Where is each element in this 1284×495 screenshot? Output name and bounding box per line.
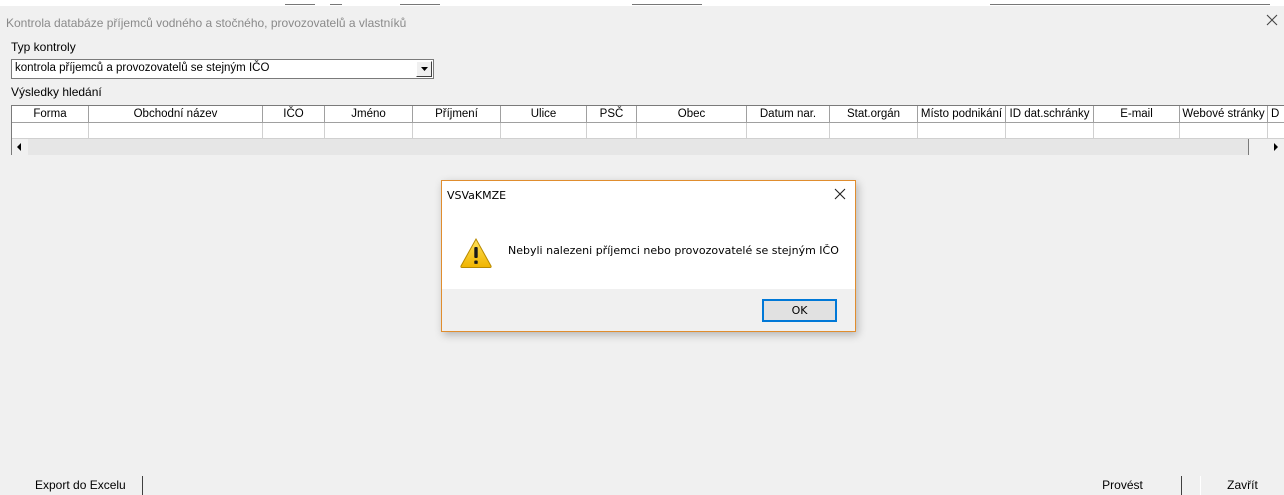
grid-cell[interactable] — [637, 123, 747, 139]
column-header[interactable]: PSČ — [587, 106, 637, 123]
ok-button[interactable]: OK — [762, 299, 837, 322]
column-header[interactable]: Datum nar. — [747, 106, 830, 123]
dropdown-arrow-icon — [421, 67, 428, 71]
column-header[interactable]: Obchodní název — [89, 106, 263, 123]
dialog-footer: OK — [442, 289, 855, 331]
scroll-track[interactable] — [28, 139, 1248, 155]
grid-cell[interactable] — [89, 123, 263, 139]
dialog-title: VSVaKMZE — [447, 189, 507, 202]
grid-cell[interactable] — [1180, 123, 1268, 139]
window-title: Kontrola databáze příjemců vodného a sto… — [6, 16, 407, 30]
grid-cell[interactable] — [325, 123, 413, 139]
grid-cell[interactable] — [830, 123, 918, 139]
scroll-thumb[interactable] — [1248, 139, 1264, 155]
column-header[interactable]: IČO — [263, 106, 325, 123]
grid-cell[interactable] — [587, 123, 637, 139]
scroll-right-button[interactable] — [1268, 139, 1284, 155]
column-header[interactable]: Forma — [12, 106, 89, 123]
close-button[interactable]: Zavřít — [1200, 476, 1284, 495]
column-header[interactable]: Jméno — [325, 106, 413, 123]
check-type-dropdown-button[interactable] — [416, 61, 432, 77]
horizontal-scrollbar[interactable] — [11, 139, 1284, 155]
arrow-right-icon — [1274, 143, 1278, 151]
column-header[interactable]: ID dat.schránky — [1006, 106, 1094, 123]
column-header[interactable]: Obec — [637, 106, 747, 123]
grid-cell[interactable] — [1268, 123, 1284, 139]
column-header[interactable]: E-mail — [1094, 106, 1180, 123]
scroll-left-button[interactable] — [12, 139, 28, 155]
column-header[interactable]: Stat.orgán — [830, 106, 918, 123]
table-row[interactable] — [12, 123, 1284, 139]
grid-cell[interactable] — [12, 123, 89, 139]
close-icon — [834, 188, 846, 200]
export-excel-button[interactable]: Export do Excelu — [33, 476, 143, 495]
check-type-select[interactable]: kontrola příjemců a provozovatelů se ste… — [11, 59, 434, 79]
run-button[interactable]: Provést — [1064, 476, 1182, 495]
grid-cell[interactable] — [1094, 123, 1180, 139]
message-dialog: VSVaKMZE Nebyli nalezeni příjemci nebo p… — [441, 180, 856, 332]
close-icon — [1266, 14, 1278, 26]
column-header[interactable]: D — [1268, 106, 1284, 123]
results-grid[interactable]: Forma Obchodní název IČO Jméno Příjmení … — [11, 105, 1284, 139]
warning-icon — [459, 237, 493, 269]
results-label: Výsledky hledání — [11, 85, 102, 99]
column-header[interactable]: Místo podnikání — [918, 106, 1006, 123]
grid-cell[interactable] — [263, 123, 325, 139]
grid-header: Forma Obchodní název IČO Jméno Příjmení … — [12, 106, 1284, 123]
check-type-label: Typ kontroly — [11, 40, 76, 54]
grid-cell[interactable] — [747, 123, 830, 139]
background-window-strip — [0, 0, 1284, 6]
window-close-button[interactable] — [1264, 12, 1280, 28]
grid-cell[interactable] — [918, 123, 1006, 139]
arrow-left-icon — [17, 143, 21, 151]
dialog-close-button[interactable] — [833, 187, 847, 201]
dialog-message: Nebyli nalezeni příjemci nebo provozovat… — [508, 244, 839, 257]
check-type-value: kontrola příjemců a provozovatelů se ste… — [15, 62, 270, 74]
column-header[interactable]: Ulice — [501, 106, 587, 123]
grid-cell[interactable] — [1006, 123, 1094, 139]
grid-cell[interactable] — [413, 123, 501, 139]
grid-cell[interactable] — [501, 123, 587, 139]
column-header[interactable]: Webové stránky — [1180, 106, 1268, 123]
column-header[interactable]: Příjmení — [413, 106, 501, 123]
